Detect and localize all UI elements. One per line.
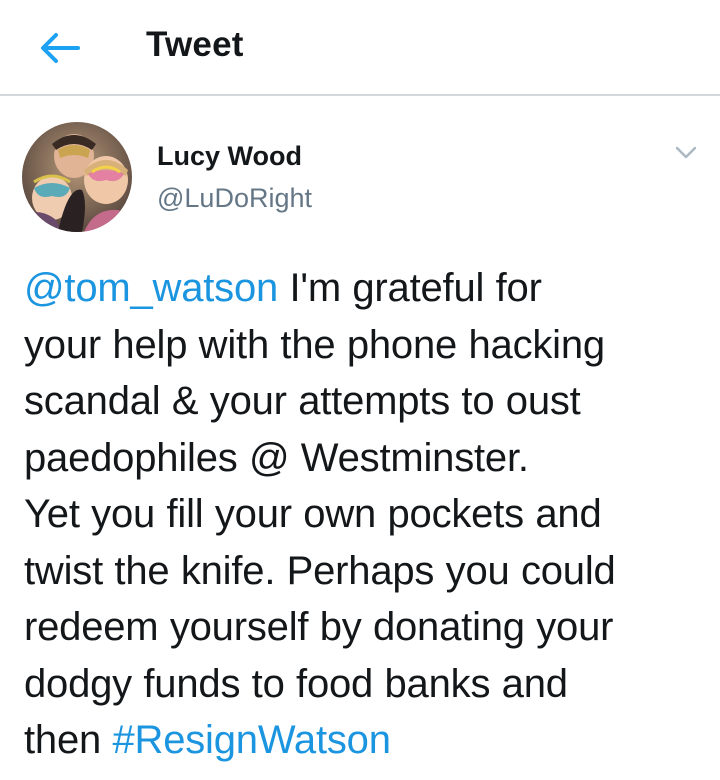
tweet-text-line: then #ResignWatson xyxy=(24,712,704,769)
tweet-text-line: dodgy funds to food banks and xyxy=(24,661,568,706)
page-title: Tweet xyxy=(146,25,244,64)
tweet-text-line: twist the knife. Perhaps you could xyxy=(24,548,616,593)
chevron-down-icon xyxy=(675,146,697,159)
tweet-text-line: redeem yourself by donating your xyxy=(24,605,614,649)
top-app-bar: Tweet xyxy=(0,0,720,96)
tweet-text-line: @tom_watson I'm grateful for xyxy=(24,260,704,317)
mention-link[interactable]: @tom_watson xyxy=(24,266,278,310)
avatar[interactable] xyxy=(22,122,132,232)
hashtag-link[interactable]: #ResignWatson xyxy=(112,718,390,762)
tweet-text-line: scandal & your attempts to oust xyxy=(24,379,581,423)
tweet-text-segment: I'm grateful for xyxy=(278,266,542,310)
back-button[interactable] xyxy=(30,18,90,78)
tweet-text-segment: then xyxy=(24,718,113,762)
avatar-photo xyxy=(22,122,132,232)
author-handle[interactable]: @LuDoRight xyxy=(157,180,312,216)
tweet-text-line: paedophiles @ Westminster. xyxy=(24,435,529,480)
tweet-menu-button[interactable] xyxy=(664,136,708,170)
arrow-left-icon xyxy=(41,33,80,63)
tweet-detail-screen: Tweet Lucy Wood @LuDoRight @tom_watson I… xyxy=(0,0,720,780)
author-name[interactable]: Lucy Wood xyxy=(157,138,302,174)
tweet-text: @tom_watson I'm grateful for your help w… xyxy=(24,260,704,769)
tweet: Lucy Wood @LuDoRight @tom_watson I'm gra… xyxy=(0,98,720,780)
tweet-text-line: Yet you fill your own pockets and xyxy=(24,492,602,536)
tweet-text-line: your help with the phone hacking xyxy=(24,322,605,367)
